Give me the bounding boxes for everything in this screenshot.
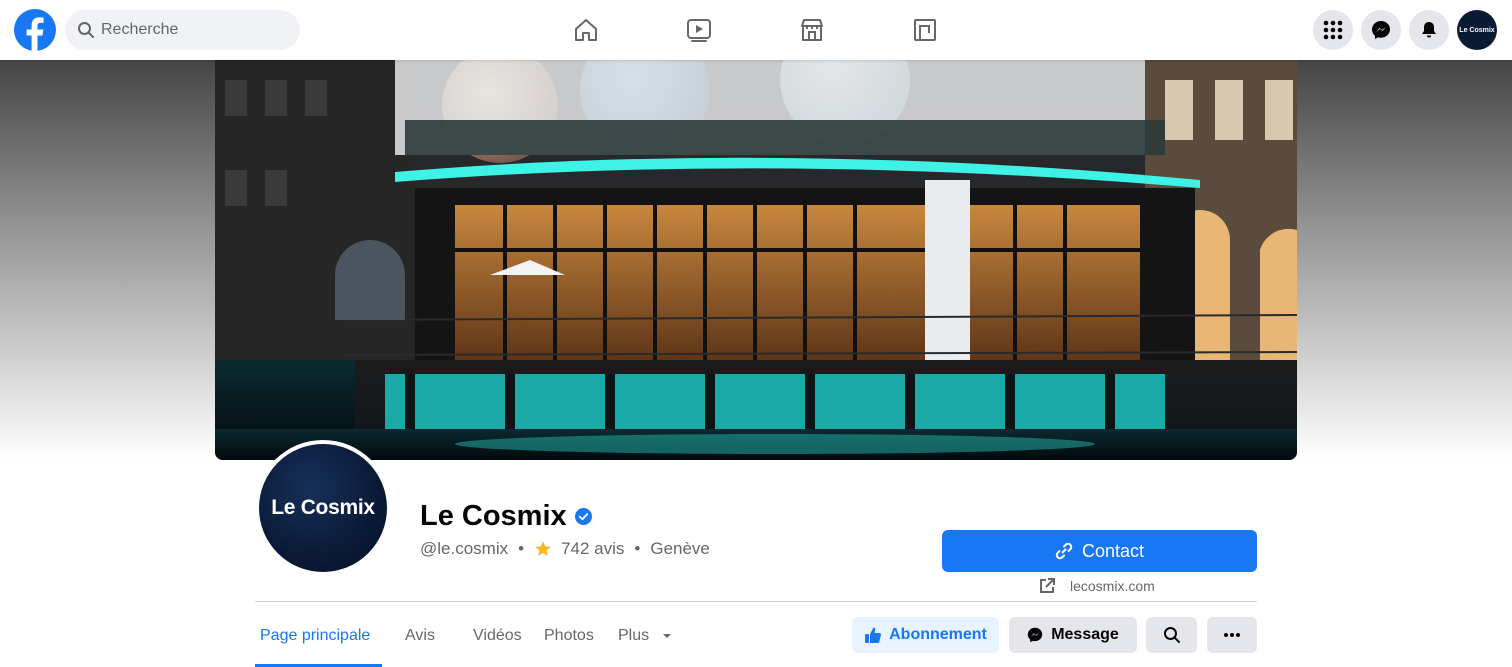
messenger-icon <box>1028 627 1043 643</box>
page-meta: @le.cosmix • 742 avis • Genève <box>420 539 710 559</box>
more-options-button[interactable] <box>1207 617 1257 653</box>
page-handle: @le.cosmix <box>420 539 509 558</box>
messenger-button[interactable] <box>1361 10 1401 50</box>
separator-dot: • <box>518 539 525 558</box>
caret-down-icon <box>663 634 672 638</box>
more-dots-icon <box>1224 633 1240 637</box>
messenger-icon <box>1372 21 1390 39</box>
tab-page-principale[interactable]: Page principale <box>260 627 370 645</box>
follow-button[interactable]: Abonnement <box>852 617 999 653</box>
profile-picture-logo: Le Cosmix <box>259 444 387 572</box>
profile-picture-text: Le Cosmix <box>271 496 375 519</box>
message-button[interactable]: Message <box>1009 617 1137 653</box>
cover-photo[interactable] <box>215 60 1297 460</box>
page-name-text: Le Cosmix <box>420 500 567 532</box>
account-controls: Le Cosmix <box>0 0 1512 50</box>
separator-dot: • <box>634 539 641 558</box>
tab-photos[interactable]: Photos <box>544 627 594 645</box>
menu-button[interactable] <box>1313 10 1353 50</box>
bell-icon <box>1422 22 1436 38</box>
thumbs-up-icon <box>865 627 882 643</box>
profile-divider <box>255 601 1257 602</box>
search-page-button[interactable] <box>1146 617 1197 653</box>
account-avatar[interactable]: Le Cosmix <box>1457 10 1497 50</box>
top-navigation-bar: Le Cosmix <box>0 0 1512 60</box>
star-icon <box>535 541 551 556</box>
tab-videos[interactable]: Vidéos <box>473 627 522 645</box>
tab-plus[interactable]: Plus <box>618 627 672 645</box>
link-icon <box>1055 542 1073 560</box>
page-location[interactable]: Genève <box>650 539 710 559</box>
profile-picture[interactable]: Le Cosmix <box>255 440 391 576</box>
external-link-icon <box>1040 578 1055 593</box>
message-button-label: Message <box>1051 626 1119 643</box>
website-link[interactable]: lecosmix.com <box>1038 577 1155 595</box>
account-avatar-label: Le Cosmix <box>1459 26 1495 34</box>
contact-button-label: Contact <box>1081 540 1145 561</box>
verified-badge-icon <box>574 508 592 525</box>
contact-button[interactable]: Contact <box>942 530 1257 572</box>
grid-menu-icon <box>1323 20 1343 40</box>
search-icon <box>1163 627 1180 643</box>
reviews-count[interactable]: 742 avis <box>561 539 624 559</box>
follow-button-label: Abonnement <box>889 626 987 643</box>
notifications-button[interactable] <box>1409 10 1449 50</box>
tab-plus-label: Plus <box>618 627 650 644</box>
website-url: lecosmix.com <box>1070 578 1155 594</box>
tab-avis[interactable]: Avis <box>405 627 435 645</box>
page-title: Le Cosmix <box>420 500 592 533</box>
cover-illustration <box>215 60 1297 460</box>
